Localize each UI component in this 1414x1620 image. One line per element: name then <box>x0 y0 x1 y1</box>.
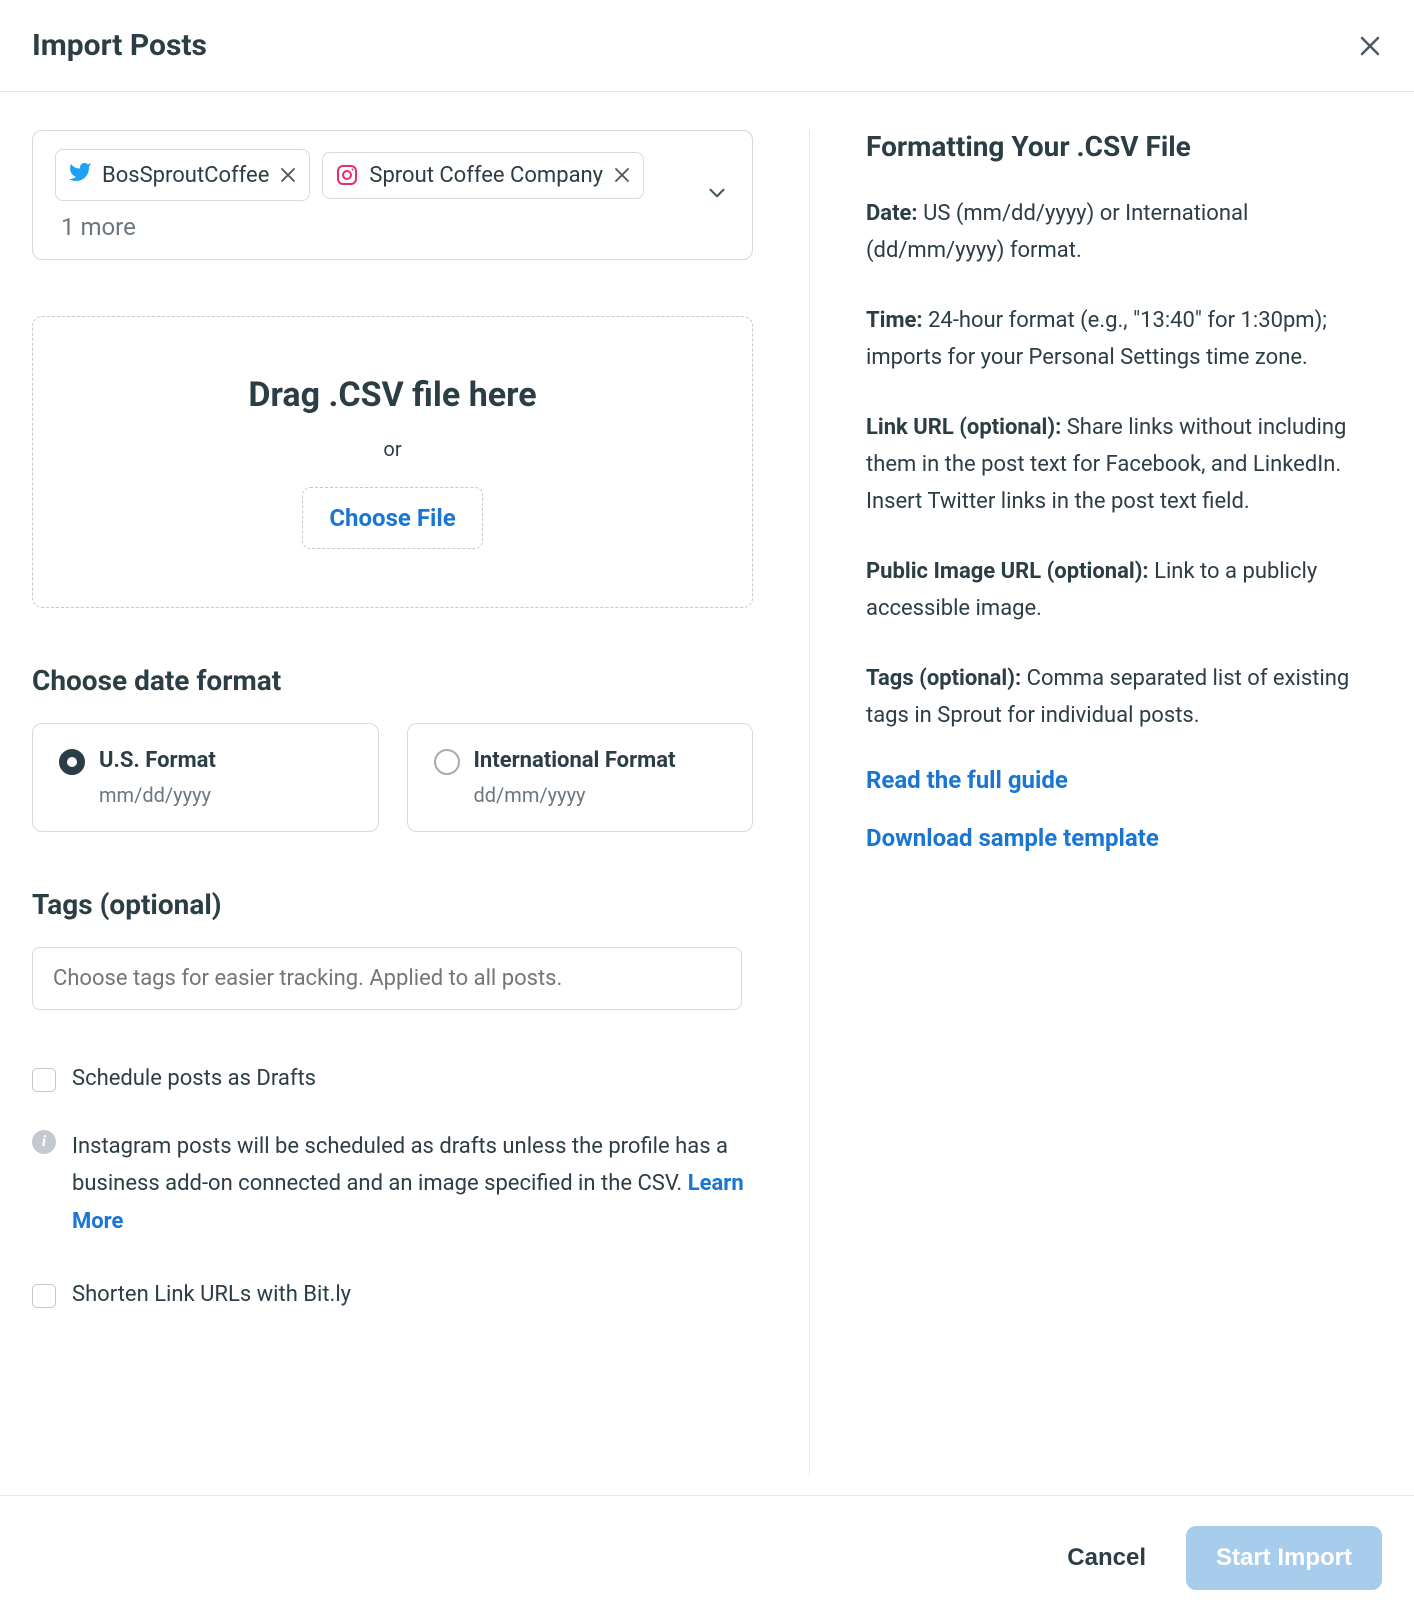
shorten-urls-label: Shorten Link URLs with Bit.ly <box>72 1282 351 1307</box>
twitter-icon <box>68 160 92 190</box>
radio-indicator <box>59 749 85 775</box>
radio-us-format[interactable]: U.S. Format mm/dd/yyyy <box>32 723 379 832</box>
info-icon: i <box>32 1130 56 1154</box>
schedule-drafts-checkbox[interactable] <box>32 1068 56 1092</box>
formatting-heading: Formatting Your .CSV File <box>866 130 1382 163</box>
radio-sub: dd/mm/yyyy <box>474 783 676 807</box>
account-chip-label: BosSproutCoffee <box>102 163 269 188</box>
close-icon <box>279 166 297 184</box>
schedule-drafts-row: Schedule posts as Drafts <box>32 1066 753 1092</box>
radio-title: International Format <box>474 748 676 773</box>
format-item-time: Time: 24-hour format (e.g., "13:40" for … <box>866 302 1382 377</box>
chevron-down-icon <box>704 180 730 206</box>
account-chip-twitter[interactable]: BosSproutCoffee <box>55 149 310 201</box>
instagram-icon <box>335 163 359 187</box>
import-posts-modal: Import Posts BosSproutCoffee <box>0 0 1414 1620</box>
csv-dropzone[interactable]: Drag .CSV file here or Choose File <box>32 316 753 608</box>
accounts-expand-button[interactable] <box>704 180 730 210</box>
schedule-drafts-label: Schedule posts as Drafts <box>72 1066 316 1091</box>
account-chip-label: Sprout Coffee Company <box>369 163 603 188</box>
remove-chip-button[interactable] <box>279 166 297 184</box>
close-icon <box>1358 34 1382 58</box>
modal-footer: Cancel Start Import <box>0 1495 1414 1620</box>
shorten-urls-row: Shorten Link URLs with Bit.ly <box>32 1282 753 1308</box>
modal-header: Import Posts <box>0 0 1414 92</box>
choose-file-button[interactable]: Choose File <box>302 487 482 549</box>
format-item-link-url: Link URL (optional): Share links without… <box>866 409 1382 521</box>
shorten-urls-checkbox[interactable] <box>32 1284 56 1308</box>
date-format-heading: Choose date format <box>32 664 753 697</box>
tags-heading: Tags (optional) <box>32 888 753 921</box>
format-item-date: Date: US (mm/dd/yyyy) or International (… <box>866 195 1382 270</box>
radio-indicator <box>434 749 460 775</box>
radio-international-format[interactable]: International Format dd/mm/yyyy <box>407 723 754 832</box>
remove-chip-button[interactable] <box>613 166 631 184</box>
instagram-info-row: i Instagram posts will be scheduled as d… <box>32 1128 753 1240</box>
left-panel: BosSproutCoffee Sprout Coffee Company <box>32 130 810 1475</box>
format-item-image-url: Public Image URL (optional): Link to a p… <box>866 553 1382 628</box>
account-selector[interactable]: BosSproutCoffee Sprout Coffee Company <box>32 130 753 260</box>
account-chip-instagram[interactable]: Sprout Coffee Company <box>322 152 644 199</box>
radio-sub: mm/dd/yyyy <box>99 783 216 807</box>
cancel-button[interactable]: Cancel <box>1067 1544 1146 1572</box>
right-panel: Formatting Your .CSV File Date: US (mm/d… <box>810 130 1382 1475</box>
close-button[interactable] <box>1358 34 1382 58</box>
read-guide-link[interactable]: Read the full guide <box>866 766 1382 794</box>
tags-input[interactable] <box>32 947 742 1010</box>
dropzone-or: or <box>53 437 732 461</box>
accounts-more-count: 1 more <box>61 213 136 241</box>
account-chips: BosSproutCoffee Sprout Coffee Company <box>55 149 704 241</box>
date-format-options: U.S. Format mm/dd/yyyy International For… <box>32 723 753 832</box>
modal-body: BosSproutCoffee Sprout Coffee Company <box>0 92 1414 1495</box>
format-item-tags: Tags (optional): Comma separated list of… <box>866 660 1382 735</box>
dropzone-title: Drag .CSV file here <box>53 375 732 415</box>
radio-title: U.S. Format <box>99 748 216 773</box>
download-template-link[interactable]: Download sample template <box>866 824 1382 852</box>
start-import-button[interactable]: Start Import <box>1186 1526 1382 1590</box>
modal-title: Import Posts <box>32 28 207 63</box>
close-icon <box>613 166 631 184</box>
instagram-info-text: Instagram posts will be scheduled as dra… <box>72 1128 753 1240</box>
